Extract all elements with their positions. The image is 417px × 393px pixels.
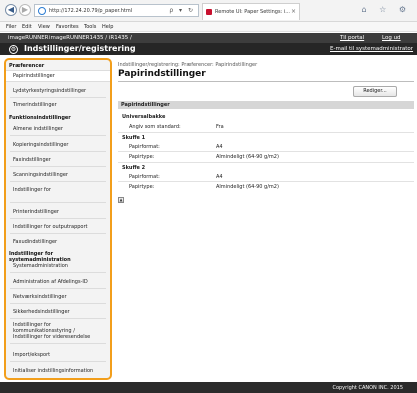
sidebar-item-comm-mgmt[interactable]: Indstillinger for kommunikationsstyring … bbox=[6, 322, 110, 340]
favicon-icon bbox=[206, 9, 212, 15]
sidebar-divider bbox=[10, 361, 106, 362]
sidebar-item-timer[interactable]: Timerindstillinger bbox=[6, 102, 110, 108]
browser-logo-icon bbox=[38, 7, 46, 15]
group-heading-drawer-1: Skuffe 1 bbox=[122, 135, 146, 141]
menu-favorites[interactable]: Favorites bbox=[56, 24, 79, 30]
sidebar-group-sysadmin: Indstillinger for systemadministration bbox=[9, 251, 71, 263]
portal-link[interactable]: Til portal bbox=[340, 35, 364, 41]
setting-label: Papirtype: bbox=[129, 184, 155, 190]
footer: Copyright CANON INC. 2015 bbox=[0, 382, 417, 393]
logout-link[interactable]: Log ud bbox=[382, 35, 401, 41]
sidebar-divider bbox=[10, 303, 106, 304]
sidebar-item-initialize[interactable]: Initialiser indstillingsinformation bbox=[6, 368, 110, 374]
sidebar-item-volume[interactable]: Lydstyrkestyringsindstillinger bbox=[6, 88, 110, 94]
brand-name: imageRUNNER bbox=[8, 35, 49, 41]
sidebar-group-functions: Funktionsindstillinger bbox=[9, 115, 71, 121]
setting-value: Fra bbox=[216, 124, 224, 130]
menu-bar: Filer Edit View Favorites Tools Help bbox=[0, 22, 417, 32]
address-tools-icon[interactable]: ρ ▾ ↻ bbox=[169, 7, 195, 14]
group-heading-multipurpose-tray: Universalbakke bbox=[122, 114, 166, 120]
menu-tools[interactable]: Tools bbox=[84, 24, 96, 30]
menu-file[interactable]: Filer bbox=[6, 24, 16, 30]
sidebar-divider bbox=[10, 181, 106, 182]
email-admin-link[interactable]: E-mail til systemadministrator bbox=[330, 46, 413, 52]
address-bar[interactable]: http://172.24.20.79/p_paper.html ρ ▾ ↻ bbox=[34, 4, 199, 17]
sidebar-item-scan[interactable]: Scanningsindstillinger bbox=[6, 172, 110, 178]
browser-toolbar: ◀ ▶ http://172.24.20.79/p_paper.html ρ ▾… bbox=[0, 0, 417, 22]
sidebar-item-paper[interactable]: Papirindstillinger bbox=[6, 70, 110, 82]
setting-value: Almindeligt (64-90 g/m2) bbox=[216, 184, 279, 190]
menu-help[interactable]: Help bbox=[102, 24, 113, 30]
row-divider bbox=[118, 162, 414, 163]
row-divider bbox=[118, 181, 414, 182]
settings-section-header: Papirindstillinger bbox=[118, 101, 414, 109]
sidebar-divider bbox=[10, 233, 106, 234]
sidebar-divider bbox=[10, 151, 106, 152]
menu-edit[interactable]: Edit bbox=[22, 24, 32, 30]
sidebar-item-settings-for[interactable]: Indstillinger for bbox=[6, 187, 110, 193]
setting-label: Papirformat: bbox=[129, 144, 160, 150]
device-model: imageRUNNER1435 / iR1435 / bbox=[49, 35, 132, 41]
setting-label: Papirtype: bbox=[129, 154, 155, 160]
setting-value: A4 bbox=[216, 174, 223, 180]
sidebar-divider bbox=[10, 202, 106, 203]
row-divider bbox=[118, 151, 414, 152]
sidebar-item-output-report[interactable]: Indstillinger for outputrapport bbox=[6, 224, 110, 230]
sidebar-divider bbox=[10, 97, 106, 98]
back-to-top-icon[interactable]: ▲ bbox=[118, 197, 124, 203]
sidebar-item-sysadmin[interactable]: Systemadministration bbox=[6, 263, 110, 269]
sidebar-item-import-export[interactable]: Import/eksport bbox=[6, 352, 110, 358]
sidebar-divider bbox=[10, 272, 106, 273]
sidebar-item-line: Indstillinger for videresendelse bbox=[13, 334, 91, 340]
sidebar-item-general[interactable]: Almene indstillinger bbox=[6, 126, 110, 132]
sidebar-divider bbox=[10, 218, 106, 219]
sidebar-item-fax-out[interactable]: Faxudindstillinger bbox=[6, 239, 110, 245]
tab-close-icon[interactable]: × bbox=[291, 8, 296, 15]
sidebar-group-preferences: Præferencer bbox=[9, 63, 45, 69]
sidebar: Præferencer Papirindstillinger Lydstyrke… bbox=[4, 58, 112, 380]
url-text[interactable]: http://172.24.20.79/p_paper.html bbox=[49, 8, 132, 14]
sidebar-item-printer[interactable]: Printerindstillinger bbox=[6, 209, 110, 215]
browser-icons[interactable]: ⌂ ☆ ⚙ bbox=[361, 5, 411, 14]
device-header: imageRUNNER imageRUNNER1435 / iR1435 / T… bbox=[0, 33, 417, 43]
sidebar-divider bbox=[10, 343, 106, 344]
title-divider bbox=[118, 81, 414, 82]
setting-value: A4 bbox=[216, 144, 223, 150]
edit-button[interactable]: Rediger... bbox=[353, 86, 397, 97]
sidebar-divider bbox=[10, 318, 106, 319]
setting-value: Almindeligt (64-90 g/m2) bbox=[216, 154, 279, 160]
main-content: Indstillinger/registrering: Præferencer:… bbox=[113, 58, 417, 380]
setting-label: Angiv som standard: bbox=[129, 124, 181, 130]
sidebar-divider bbox=[10, 288, 106, 289]
section-title: Indstillinger/registrering bbox=[24, 44, 136, 53]
sidebar-item-copy[interactable]: Kopieringsindstillinger bbox=[6, 142, 110, 148]
tab-title: Remote UI: Paper Settings: i... bbox=[215, 9, 290, 15]
forward-icon[interactable]: ▶ bbox=[19, 4, 31, 16]
back-icon[interactable]: ◀ bbox=[5, 4, 17, 16]
sidebar-item-network[interactable]: Netværksindstillinger bbox=[6, 294, 110, 300]
group-heading-drawer-2: Skuffe 2 bbox=[122, 165, 146, 171]
page-title: Papirindstillinger bbox=[118, 69, 206, 79]
section-header: ⚙ Indstillinger/registrering E-mail til … bbox=[0, 43, 417, 55]
settings-gear-icon: ⚙ bbox=[9, 45, 18, 54]
setting-label: Papirformat: bbox=[129, 174, 160, 180]
breadcrumb: Indstillinger/registrering: Præferencer:… bbox=[118, 62, 258, 68]
sidebar-divider bbox=[10, 166, 106, 167]
sidebar-divider bbox=[10, 135, 106, 136]
sidebar-item-dept-id[interactable]: Administration af Afdelings-ID bbox=[6, 279, 110, 285]
sidebar-item-fax[interactable]: Faxindstillinger bbox=[6, 157, 110, 163]
menu-view[interactable]: View bbox=[38, 24, 50, 30]
browser-tab[interactable]: Remote UI: Paper Settings: i... × bbox=[202, 3, 300, 20]
sidebar-item-security[interactable]: Sikkerhedsindstillinger bbox=[6, 309, 110, 315]
row-divider bbox=[118, 132, 414, 133]
copyright-text: Copyright CANON INC. 2015 bbox=[332, 385, 403, 391]
